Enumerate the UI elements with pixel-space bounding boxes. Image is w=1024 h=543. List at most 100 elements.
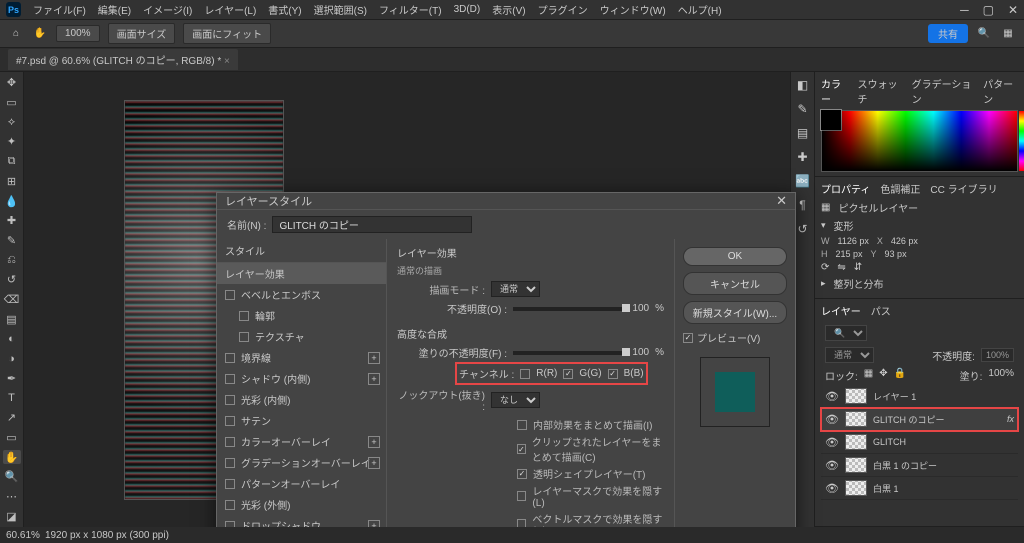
tab-gradients[interactable]: グラデーション	[912, 76, 974, 106]
opacity-slider[interactable]	[513, 307, 626, 311]
style-row[interactable]: シャドウ (内側)+	[217, 368, 386, 389]
color-picker[interactable]	[821, 110, 1018, 172]
panel-icon[interactable]: ✚	[797, 150, 807, 164]
style-row[interactable]: サテン	[217, 410, 386, 431]
menu-select[interactable]: 選択範囲(S)	[314, 2, 367, 17]
share-button[interactable]: 共有	[928, 24, 968, 43]
layer-item[interactable]: 👁白黒 1	[821, 477, 1018, 500]
style-row[interactable]: 光彩 (内側)	[217, 389, 386, 410]
panel-icon[interactable]: ▤	[797, 126, 808, 140]
minimize-icon[interactable]: ─	[960, 3, 969, 17]
marquee-tool-icon[interactable]: ▭	[3, 96, 21, 110]
style-checkbox[interactable]	[225, 395, 235, 405]
menu-type[interactable]: 書式(Y)	[268, 2, 301, 17]
blendmode-select[interactable]: 通常	[491, 281, 540, 297]
fx-badge[interactable]: fx	[1007, 414, 1014, 424]
visibility-icon[interactable]: 👁	[825, 390, 839, 403]
tab-patterns[interactable]: パターン	[983, 76, 1018, 106]
hand-tool-icon[interactable]: ✋	[3, 450, 21, 464]
history-brush-icon[interactable]: ↺	[3, 273, 21, 287]
lock-position-icon[interactable]: ✥	[879, 368, 887, 383]
search-icon[interactable]: 🔍	[976, 26, 992, 42]
home-icon[interactable]: ⌂	[8, 26, 24, 42]
layer-opacity-value[interactable]: 100%	[981, 348, 1014, 362]
visibility-icon[interactable]: 👁	[825, 482, 839, 495]
dialog-close-icon[interactable]: ✕	[776, 193, 787, 209]
layer-thumbnail[interactable]	[845, 411, 867, 427]
style-row[interactable]: 光彩 (外側)	[217, 494, 386, 515]
add-effect-icon[interactable]: +	[368, 352, 380, 364]
panel-icon[interactable]: ◧	[797, 78, 808, 92]
tab-layers[interactable]: レイヤー	[821, 303, 861, 318]
panel-icon[interactable]: 🔤	[795, 174, 810, 188]
layer-item[interactable]: 👁GLITCH	[821, 431, 1018, 454]
menu-window[interactable]: ウィンドウ(W)	[600, 2, 666, 17]
menu-filter[interactable]: フィルター(T)	[379, 2, 442, 17]
fit-screen-button[interactable]: 画面サイズ	[108, 23, 176, 44]
menu-file[interactable]: ファイル(F)	[33, 2, 86, 17]
swatch-fg-bg-icon[interactable]: ◪	[3, 509, 21, 523]
brush-tool-icon[interactable]: ✎	[3, 234, 21, 248]
style-row[interactable]: パターンオーバーレイ	[217, 473, 386, 494]
tab-adjustments[interactable]: 色調補正	[880, 181, 920, 196]
cancel-button[interactable]: キャンセル	[683, 272, 787, 295]
eyedropper-icon[interactable]: 💧	[3, 194, 21, 208]
fit-window-button[interactable]: 画面にフィット	[183, 23, 271, 44]
layer-item[interactable]: 👁白黒 1 のコピー	[821, 454, 1018, 477]
close-icon[interactable]: ✕	[1008, 3, 1018, 17]
pen-tool-icon[interactable]: ✒	[3, 372, 21, 386]
add-effect-icon[interactable]: +	[368, 436, 380, 448]
style-row[interactable]: カラーオーバーレイ+	[217, 431, 386, 452]
visibility-icon[interactable]: 👁	[825, 459, 839, 472]
opacity-value[interactable]: 100	[632, 303, 649, 314]
panel-icon[interactable]: ↺	[797, 222, 807, 236]
option-checkbox[interactable]	[517, 420, 527, 430]
style-checkbox[interactable]	[225, 479, 235, 489]
style-row[interactable]: グラデーションオーバーレイ+	[217, 452, 386, 473]
rotate-icon[interactable]: ⟳	[821, 262, 829, 273]
shape-tool-icon[interactable]: ▭	[3, 431, 21, 445]
fillopacity-slider[interactable]	[513, 351, 626, 355]
flip-h-icon[interactable]: ⇋	[837, 262, 845, 273]
dodge-tool-icon[interactable]: ◑	[3, 352, 21, 366]
add-effect-icon[interactable]: +	[368, 520, 380, 528]
layer-item[interactable]: 👁GLITCH のコピーfx	[821, 408, 1018, 431]
menu-view[interactable]: 表示(V)	[492, 2, 525, 17]
style-row[interactable]: ベベルとエンボス	[217, 284, 386, 305]
lock-pixels-icon[interactable]: ▦	[864, 368, 873, 383]
flip-v-icon[interactable]: ⇵	[854, 262, 862, 273]
zoom-value[interactable]: 100%	[56, 25, 100, 42]
frame-tool-icon[interactable]: ⊞	[3, 175, 21, 189]
path-tool-icon[interactable]: ↗	[3, 411, 21, 425]
tab-libraries[interactable]: CC ライブラリ	[930, 181, 997, 196]
option-checkbox[interactable]	[517, 519, 526, 527]
channel-b-checkbox[interactable]	[608, 369, 618, 379]
option-checkbox[interactable]	[517, 444, 526, 454]
style-checkbox[interactable]	[239, 311, 249, 321]
knockout-select[interactable]: なし	[491, 392, 540, 408]
add-effect-icon[interactable]: +	[368, 457, 380, 469]
crop-tool-icon[interactable]: ⧉	[3, 155, 21, 169]
layer-item[interactable]: 👁レイヤー 1	[821, 385, 1018, 408]
zoom-tool-icon[interactable]: 🔍	[3, 470, 21, 484]
tab-swatches[interactable]: スウォッチ	[857, 76, 901, 106]
style-checkbox[interactable]	[225, 416, 235, 426]
style-checkbox[interactable]	[225, 374, 235, 384]
stamp-tool-icon[interactable]: ⎌	[3, 253, 21, 267]
preview-checkbox[interactable]	[683, 333, 693, 343]
visibility-icon[interactable]: 👁	[825, 413, 839, 426]
style-row[interactable]: テクスチャ	[217, 326, 386, 347]
option-checkbox[interactable]	[517, 469, 527, 479]
panel-icon[interactable]: ¶	[799, 198, 805, 212]
add-effect-icon[interactable]: +	[368, 373, 380, 385]
layer-thumbnail[interactable]	[845, 388, 867, 404]
blend-mode-select[interactable]: 通常	[825, 347, 874, 363]
hue-bar[interactable]	[1019, 111, 1024, 171]
fillopacity-value[interactable]: 100	[632, 347, 649, 358]
blur-tool-icon[interactable]: ◐	[3, 332, 21, 346]
style-checkbox[interactable]	[225, 353, 235, 363]
maximize-icon[interactable]: ▢	[983, 3, 994, 17]
move-tool-icon[interactable]: ✥	[3, 76, 21, 90]
tab-paths[interactable]: パス	[871, 303, 891, 318]
x-value[interactable]: 426 px	[891, 236, 918, 246]
